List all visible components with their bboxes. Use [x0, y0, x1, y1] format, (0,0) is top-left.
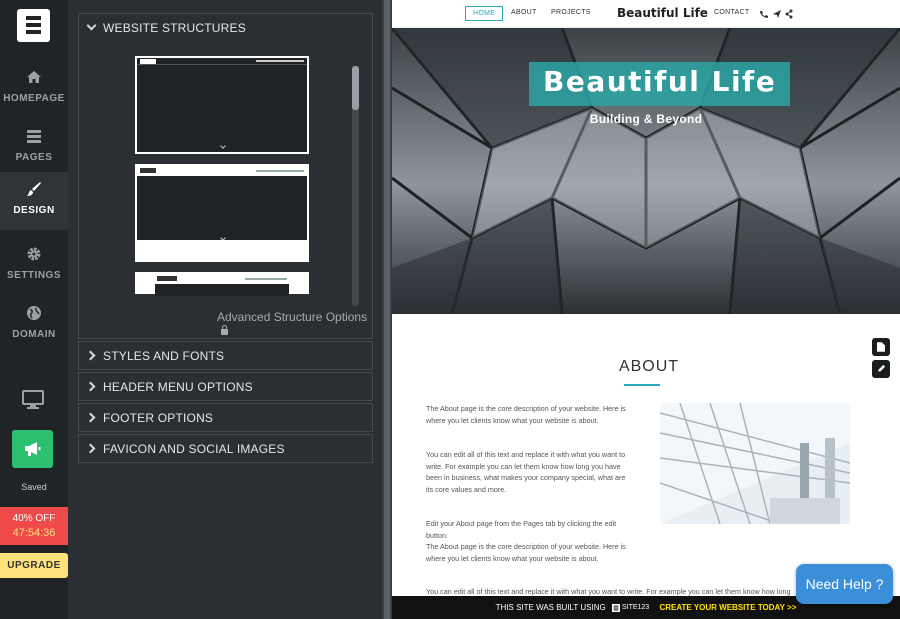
nav-domain-label: DOMAIN — [12, 329, 56, 340]
design-panel: WEBSITE STRUCTURES Advanced Structure Op… — [68, 0, 382, 619]
preview-menu-projects[interactable]: PROJECTS — [551, 9, 591, 16]
styles-fonts-section[interactable]: STYLES AND FONTS — [78, 341, 373, 370]
structure-option-2[interactable] — [135, 164, 309, 262]
globe-icon — [27, 306, 41, 320]
styles-fonts-title: STYLES AND FONTS — [103, 349, 225, 363]
page-settings-button[interactable] — [872, 338, 890, 356]
preview-menu-home[interactable]: HOME — [465, 6, 504, 21]
nav-pages-label: PAGES — [15, 152, 53, 163]
megaphone-icon — [25, 442, 41, 456]
gear-icon — [27, 247, 41, 261]
footer-options-title: FOOTER OPTIONS — [103, 411, 214, 425]
hero-subtitle[interactable]: Building & Beyond — [392, 112, 900, 126]
about-paragraph-3[interactable]: Edit your About page from the Pages tab … — [426, 518, 626, 541]
hero-section: Beautiful Life Building & Beyond — [392, 28, 900, 314]
footer-site123-logo: SITE123 — [611, 596, 650, 619]
chevron-right-icon — [85, 381, 96, 392]
nav-pages[interactable]: PAGES — [0, 119, 68, 177]
desktop-view-icon[interactable] — [22, 390, 44, 410]
nav-settings-label: SETTINGS — [6, 270, 61, 281]
footer-text: THIS SITE WAS BUILT USING — [495, 603, 606, 612]
promo-timer: 47:54:36 — [12, 527, 56, 539]
chevron-right-icon — [85, 443, 96, 454]
nav-design-label: DESIGN — [13, 205, 55, 216]
structures-scroll-thumb[interactable] — [352, 66, 359, 110]
contact-icons — [760, 9, 793, 19]
panel-resize-divider[interactable] — [382, 0, 392, 619]
promo-discount: 40% OFF — [12, 513, 56, 524]
preview-menu-contact[interactable]: CONTACT — [714, 9, 749, 16]
about-image[interactable] — [660, 403, 850, 524]
chevron-right-icon — [85, 412, 96, 423]
favicon-social-title: FAVICON AND SOCIAL IMAGES — [103, 442, 285, 456]
publish-button[interactable] — [12, 430, 53, 468]
about-heading[interactable]: ABOUT — [392, 358, 900, 376]
page-icon — [877, 342, 885, 352]
website-structures-section: WEBSITE STRUCTURES Advanced Structure Op… — [78, 13, 373, 339]
nav-homepage[interactable]: HOMEPAGE — [0, 60, 68, 118]
pages-icon — [27, 130, 41, 143]
advanced-structure-label: Advanced Structure Options — [217, 310, 368, 324]
upgrade-button[interactable]: UPGRADE — [0, 553, 68, 578]
about-paragraph-4[interactable]: The About page is the core description o… — [426, 541, 626, 564]
preview-top-nav: HOME ABOUT PROJECTS Beautiful Life CONTA… — [392, 0, 900, 28]
promo-badge[interactable]: 40% OFF 47:54:36 — [0, 507, 68, 545]
interior-architecture-image — [660, 403, 850, 524]
site123-logo-icon[interactable] — [17, 9, 50, 42]
preview-menu-about[interactable]: ABOUT — [511, 9, 537, 16]
structure-option-1[interactable] — [135, 56, 309, 154]
send-icon — [773, 10, 781, 18]
nav-settings[interactable]: SETTINGS — [0, 237, 68, 295]
chevron-down-icon — [220, 143, 226, 149]
need-help-button[interactable]: Need Help ? — [796, 564, 893, 604]
website-preview: HOME ABOUT PROJECTS Beautiful Life CONTA… — [392, 0, 900, 619]
structure-option-3[interactable] — [135, 272, 309, 296]
lock-icon — [221, 325, 228, 335]
chevron-down-icon — [86, 20, 97, 31]
about-paragraph-1[interactable]: The About page is the core description o… — [426, 403, 626, 426]
header-menu-title: HEADER MENU OPTIONS — [103, 380, 253, 394]
preview-brand[interactable]: Beautiful Life — [617, 6, 708, 20]
footer-options-section[interactable]: FOOTER OPTIONS — [78, 403, 373, 432]
favicon-social-section[interactable]: FAVICON AND SOCIAL IMAGES — [78, 434, 373, 463]
website-structures-title: WEBSITE STRUCTURES — [103, 21, 246, 35]
chevron-right-icon — [85, 350, 96, 361]
footer-cta-link[interactable]: CREATE YOUR WEBSITE TODAY >> — [659, 603, 796, 612]
nav-domain[interactable]: DOMAIN — [0, 296, 68, 354]
nav-design[interactable]: DESIGN — [0, 172, 68, 230]
site123-logo-icon — [611, 603, 620, 612]
share-icon — [785, 9, 793, 19]
header-menu-section[interactable]: HEADER MENU OPTIONS — [78, 372, 373, 401]
structures-scrollbar[interactable] — [352, 66, 359, 306]
left-nav: HOMEPAGE PAGES DESIGN SETTINGS DOMAIN Sa… — [0, 0, 68, 619]
website-structures-header[interactable]: WEBSITE STRUCTURES — [79, 14, 372, 42]
about-paragraph-2[interactable]: You can edit all of this text and replac… — [426, 449, 626, 495]
hero-title[interactable]: Beautiful Life — [529, 62, 791, 106]
home-icon — [27, 71, 41, 83]
footer-brand: SITE123 — [621, 604, 650, 612]
phone-icon — [760, 11, 768, 18]
about-underline — [624, 384, 660, 386]
nav-homepage-label: HOMEPAGE — [3, 93, 65, 104]
saved-status: Saved — [21, 482, 47, 492]
advanced-structure-options[interactable]: Advanced Structure Options — [217, 310, 372, 338]
brush-icon — [27, 182, 41, 196]
